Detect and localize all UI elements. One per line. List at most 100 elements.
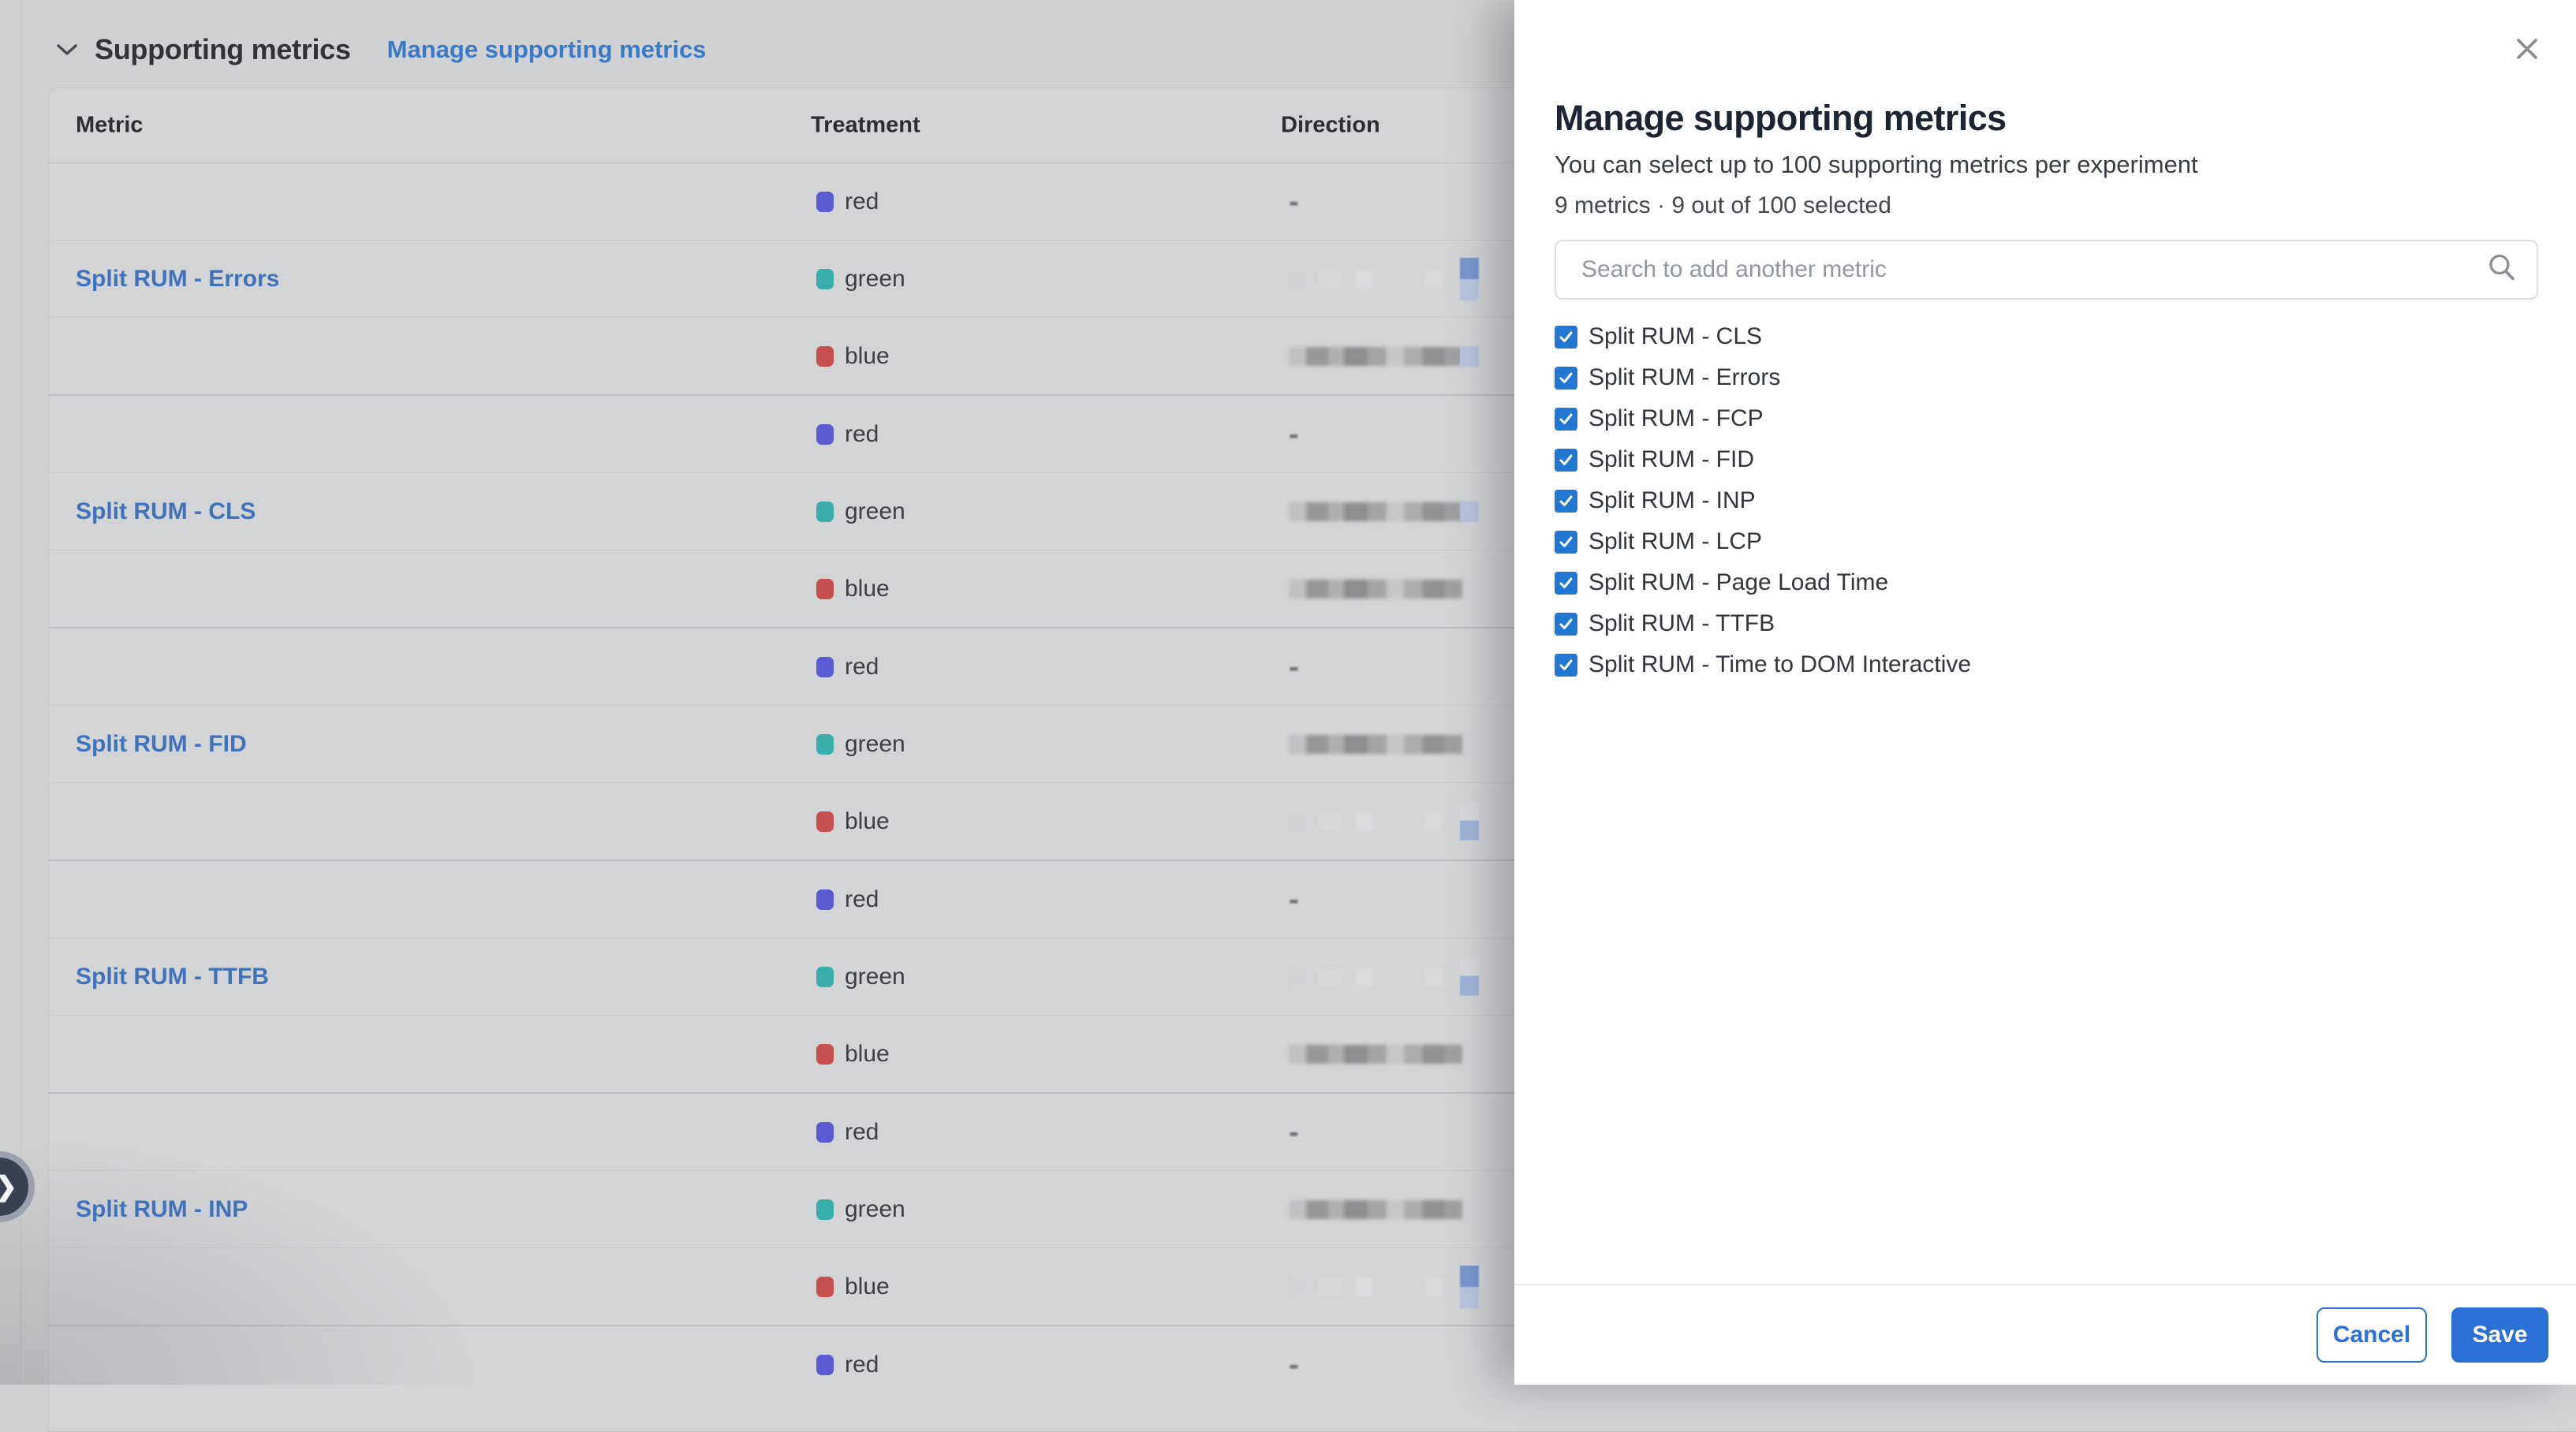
- direction-indicator-chip: [1460, 958, 1479, 995]
- metric-checkbox-item[interactable]: Split RUM - Time to DOM Interactive: [1555, 653, 2538, 677]
- treatment-label: green: [845, 964, 905, 990]
- treatment-label: red: [845, 654, 879, 681]
- direction-indicator-chip: [1460, 1266, 1479, 1308]
- treatment-color-swatch: [816, 811, 834, 832]
- selection-summary: 9 metrics · 9 out of 100 selected: [1555, 192, 2538, 219]
- metric-checkbox-item[interactable]: Split RUM - Page Load Time: [1555, 571, 2538, 595]
- metric-link[interactable]: Split RUM - TTFB: [76, 964, 269, 990]
- metric-item-label: Split RUM - LCP: [1589, 528, 1762, 555]
- metric-checkbox-item[interactable]: Split RUM - FCP: [1555, 407, 2538, 431]
- direction-indicator-chip: [1460, 502, 1479, 522]
- treatment-label: blue: [845, 343, 890, 370]
- checkbox-checked-icon[interactable]: [1555, 449, 1577, 472]
- panel-footer: Cancel Save: [1514, 1284, 2576, 1385]
- corner-vignette: [0, 1101, 552, 1385]
- metric-checkbox-item[interactable]: Split RUM - Errors: [1555, 366, 2538, 390]
- column-header-treatment: Treatment: [811, 113, 920, 139]
- checkbox-checked-icon[interactable]: [1555, 531, 1577, 554]
- treatment-color-swatch: [816, 734, 834, 755]
- direction-redacted-bar: [1289, 580, 1480, 599]
- treatment-label: blue: [845, 1274, 890, 1300]
- treatment-label: red: [845, 421, 879, 448]
- direction-indicator-chip: [1460, 346, 1479, 367]
- metric-item-label: Split RUM - FID: [1589, 446, 1754, 473]
- checkbox-checked-icon[interactable]: [1555, 654, 1577, 677]
- search-icon: [2486, 252, 2518, 288]
- column-header-direction: Direction: [1281, 113, 1380, 139]
- checkbox-checked-icon[interactable]: [1555, 408, 1577, 431]
- metric-item-label: Split RUM - Time to DOM Interactive: [1589, 651, 1971, 678]
- treatment-label: green: [845, 498, 905, 525]
- treatment-color-swatch: [816, 657, 834, 677]
- treatment-label: green: [845, 731, 905, 758]
- cancel-button[interactable]: Cancel: [2317, 1307, 2427, 1363]
- direction-redacted-bar: [1289, 1200, 1480, 1219]
- metric-checkbox-item[interactable]: Split RUM - TTFB: [1555, 612, 2538, 636]
- metric-link[interactable]: Split RUM - INP: [76, 1196, 248, 1223]
- chevron-right-icon: ❯: [0, 1171, 17, 1203]
- treatment-color-swatch: [816, 1199, 834, 1220]
- treatment-color-swatch: [816, 967, 834, 987]
- treatment-color-swatch: [816, 192, 834, 212]
- direction-indicator-chip: [1460, 803, 1479, 840]
- panel-subtitle: You can select up to 100 supporting metr…: [1555, 150, 2538, 180]
- search-input[interactable]: [1555, 240, 2538, 300]
- checkbox-checked-icon[interactable]: [1555, 490, 1577, 513]
- checkbox-checked-icon[interactable]: [1555, 613, 1577, 636]
- save-button[interactable]: Save: [2451, 1307, 2548, 1363]
- metric-item-label: Split RUM - Page Load Time: [1589, 569, 1888, 596]
- manage-supporting-metrics-panel: Manage supporting metrics You can select…: [1514, 0, 2576, 1385]
- metric-link[interactable]: Split RUM - Errors: [76, 266, 279, 293]
- direction-redacted-bar: [1289, 812, 1442, 831]
- checkbox-checked-icon[interactable]: [1555, 326, 1577, 349]
- treatment-color-swatch: [816, 424, 834, 445]
- treatment-label: blue: [845, 808, 890, 835]
- treatment-label: red: [845, 188, 879, 215]
- metric-item-label: Split RUM - INP: [1589, 487, 1756, 514]
- metric-checkbox-list: Split RUM - CLS Split RUM - Errors Split R…: [1555, 325, 2538, 677]
- treatment-color-swatch: [816, 889, 834, 910]
- treatment-label: blue: [845, 1041, 890, 1068]
- treatment-color-swatch: [816, 1355, 834, 1375]
- metric-item-label: Split RUM - CLS: [1589, 323, 1762, 350]
- metric-checkbox-item[interactable]: Split RUM - FID: [1555, 448, 2538, 472]
- direction-indicator-chip: [1460, 258, 1479, 300]
- treatment-color-swatch: [816, 269, 834, 289]
- treatment-color-swatch: [816, 1277, 834, 1297]
- treatment-label: blue: [845, 576, 890, 602]
- direction-redacted-bar: [1289, 270, 1442, 289]
- metric-item-label: Split RUM - TTFB: [1589, 610, 1775, 637]
- treatment-color-swatch: [816, 346, 834, 367]
- metric-checkbox-item[interactable]: Split RUM - LCP: [1555, 530, 2538, 554]
- metric-link[interactable]: Split RUM - CLS: [76, 498, 256, 525]
- column-header-metric: Metric: [76, 113, 143, 139]
- metric-checkbox-item[interactable]: Split RUM - INP: [1555, 489, 2538, 513]
- panel-body: Manage supporting metrics You can select…: [1514, 0, 2576, 677]
- metric-item-label: Split RUM - FCP: [1589, 405, 1764, 432]
- checkbox-checked-icon[interactable]: [1555, 367, 1577, 390]
- panel-title: Manage supporting metrics: [1555, 98, 2538, 139]
- direction-redacted-bar: [1289, 735, 1480, 754]
- treatment-color-swatch: [816, 1044, 834, 1065]
- metric-checkbox-item[interactable]: Split RUM - CLS: [1555, 325, 2538, 349]
- treatment-color-swatch: [816, 579, 834, 599]
- metric-item-label: Split RUM - Errors: [1589, 364, 1780, 391]
- treatment-label: green: [845, 266, 905, 293]
- metric-link[interactable]: Split RUM - FID: [76, 731, 247, 758]
- section-title: Supporting metrics: [95, 33, 351, 66]
- manage-supporting-metrics-link[interactable]: Manage supporting metrics: [387, 35, 707, 64]
- metric-search: [1555, 240, 2538, 300]
- chevron-down-icon[interactable]: [55, 38, 79, 62]
- treatment-color-swatch: [816, 1122, 834, 1143]
- treatment-label: red: [845, 1352, 879, 1378]
- treatment-label: red: [845, 886, 879, 913]
- treatment-label: red: [845, 1119, 879, 1146]
- direction-redacted-bar: [1289, 1045, 1480, 1064]
- checkbox-checked-icon[interactable]: [1555, 572, 1577, 595]
- direction-redacted-bar: [1289, 502, 1480, 521]
- close-icon[interactable]: [2508, 30, 2546, 68]
- direction-redacted-bar: [1289, 1277, 1442, 1296]
- treatment-label: green: [845, 1196, 905, 1223]
- treatment-color-swatch: [816, 502, 834, 522]
- direction-redacted-bar: [1289, 347, 1480, 366]
